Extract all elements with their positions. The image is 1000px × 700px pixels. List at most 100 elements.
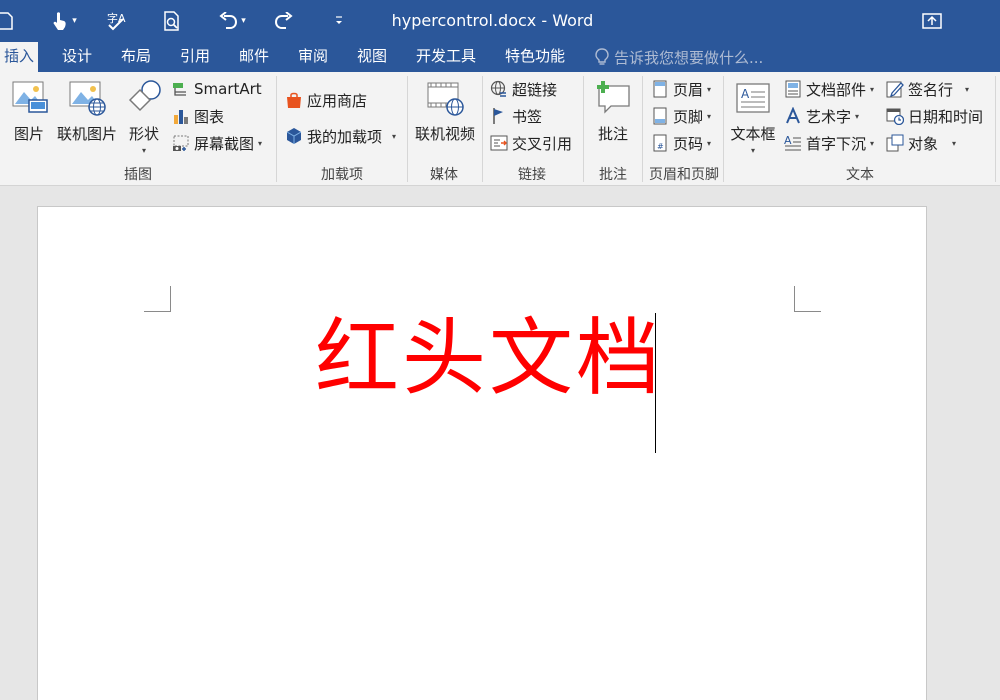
my-addins-button[interactable]: 我的加载项 ▾ bbox=[285, 124, 396, 148]
wordart-icon bbox=[784, 106, 802, 125]
footer-page-icon bbox=[651, 107, 669, 125]
window-title: hypercontrol.docx - Word bbox=[391, 11, 594, 30]
document-heading[interactable]: 红头文档 bbox=[315, 316, 663, 400]
screenshot-button[interactable]: 屏幕截图 ▾ bbox=[172, 131, 262, 155]
ribbon-display-options-button[interactable] bbox=[920, 8, 944, 34]
wordart-button[interactable]: 艺术字 ▾ bbox=[784, 104, 859, 128]
smartart-label: SmartArt bbox=[194, 80, 262, 98]
object-button[interactable]: 对象 ▾ bbox=[886, 131, 956, 155]
bookmark-button[interactable]: 书签 bbox=[490, 104, 542, 128]
lightbulb-icon bbox=[595, 48, 609, 65]
group-label-illustrations: 插图 bbox=[124, 167, 152, 183]
tab-view[interactable]: 视图 bbox=[351, 42, 393, 72]
online-picture-label: 联机图片 bbox=[56, 125, 117, 143]
chevron-down-icon: ▾ bbox=[855, 111, 860, 121]
group-label-text: 文本 bbox=[846, 167, 874, 183]
group-divider bbox=[583, 76, 584, 182]
tab-layout[interactable]: 布局 bbox=[115, 42, 157, 72]
comment-icon bbox=[593, 78, 633, 118]
tab-design[interactable]: 设计 bbox=[56, 42, 98, 72]
header-button[interactable]: 页眉 ▾ bbox=[651, 77, 711, 101]
drop-cap-button[interactable]: A 首字下沉 ▾ bbox=[784, 131, 874, 155]
chevron-down-icon: ▾ bbox=[707, 111, 712, 121]
tab-special-features[interactable]: 特色功能 bbox=[499, 42, 571, 72]
ribbon-display-icon bbox=[922, 13, 942, 29]
group-label-media: 媒体 bbox=[430, 167, 458, 183]
screenshot-icon bbox=[172, 134, 190, 152]
svg-text:A: A bbox=[784, 134, 792, 147]
chevron-down-icon: ▾ bbox=[750, 146, 755, 155]
picture-label: 图片 bbox=[13, 125, 44, 143]
ribbon-insert: 图片 联机图片 形状 ▾ SmartArt 图表 屏幕截图 ▾ 插图 应用商店 … bbox=[0, 72, 1000, 186]
my-addins-cube-icon bbox=[285, 127, 303, 145]
svg-text:#: # bbox=[657, 142, 664, 151]
shapes-label: 形状 bbox=[128, 125, 159, 143]
bookmark-flag-icon bbox=[490, 107, 508, 125]
picture-icon bbox=[9, 78, 49, 118]
shapes-button[interactable]: 形状 ▾ bbox=[122, 76, 166, 155]
group-divider bbox=[995, 76, 996, 182]
cross-reference-label: 交叉引用 bbox=[512, 134, 573, 153]
group-divider bbox=[276, 76, 277, 182]
new-comment-button[interactable]: 批注 bbox=[591, 76, 635, 144]
tab-references[interactable]: 引用 bbox=[174, 42, 216, 72]
smartart-button[interactable]: SmartArt bbox=[172, 77, 262, 101]
signature-line-label: 签名行 bbox=[908, 80, 954, 99]
group-divider bbox=[723, 76, 724, 182]
group-label-links: 链接 bbox=[518, 167, 546, 183]
page-number-icon: # bbox=[651, 134, 669, 152]
textbox-label: 文本框 bbox=[730, 125, 776, 143]
chart-button[interactable]: 图表 bbox=[172, 104, 224, 128]
online-picture-button[interactable]: 联机图片 bbox=[56, 76, 118, 144]
chevron-down-icon: ▾ bbox=[870, 138, 875, 148]
picture-button[interactable]: 图片 bbox=[6, 76, 52, 144]
hyperlink-globe-icon bbox=[490, 80, 508, 98]
group-divider bbox=[407, 76, 408, 182]
store-label: 应用商店 bbox=[307, 91, 368, 110]
quick-parts-icon bbox=[784, 80, 802, 98]
smartart-icon bbox=[172, 80, 190, 98]
wordart-label: 艺术字 bbox=[806, 107, 852, 126]
tell-me-search[interactable]: 告诉我您想要做什么... bbox=[594, 42, 763, 72]
cross-reference-button[interactable]: 交叉引用 bbox=[490, 131, 572, 155]
textbox-icon: A bbox=[733, 78, 773, 118]
object-icon bbox=[886, 134, 904, 152]
page-number-button[interactable]: # 页码 ▾ bbox=[651, 131, 711, 155]
header-page-icon bbox=[651, 80, 669, 98]
tab-mailings[interactable]: 邮件 bbox=[233, 42, 275, 72]
quick-parts-button[interactable]: 文档部件 ▾ bbox=[784, 77, 874, 101]
chevron-down-icon: ▾ bbox=[952, 138, 957, 148]
store-button[interactable]: 应用商店 bbox=[285, 88, 367, 112]
shapes-icon bbox=[124, 78, 164, 118]
quick-parts-label: 文档部件 bbox=[806, 80, 867, 99]
tab-developer[interactable]: 开发工具 bbox=[410, 42, 482, 72]
chevron-down-icon: ▾ bbox=[965, 84, 970, 94]
svg-text:A: A bbox=[741, 87, 750, 101]
online-video-button[interactable]: 联机视频 bbox=[411, 76, 479, 144]
tab-review[interactable]: 审阅 bbox=[292, 42, 334, 72]
footer-button[interactable]: 页脚 ▾ bbox=[651, 104, 711, 128]
chevron-down-icon: ▾ bbox=[141, 146, 146, 155]
margin-corner-top-right bbox=[794, 286, 821, 312]
date-time-label: 日期和时间 bbox=[908, 107, 984, 126]
margin-corner-top-left bbox=[144, 286, 171, 312]
hyperlink-button[interactable]: 超链接 bbox=[490, 77, 557, 101]
bookmark-label: 书签 bbox=[512, 107, 543, 126]
title-bar: ▾ 字A ▾ hypercontrol.docx - Word bbox=[0, 0, 1000, 42]
group-divider bbox=[482, 76, 483, 182]
footer-label: 页脚 bbox=[673, 107, 704, 126]
signature-line-button[interactable]: 签名行 ▾ bbox=[886, 77, 969, 101]
signature-pen-icon bbox=[886, 80, 904, 98]
textbox-button[interactable]: A 文本框 ▾ bbox=[728, 76, 778, 155]
calendar-clock-icon bbox=[886, 107, 905, 126]
document-page[interactable] bbox=[37, 206, 927, 700]
date-time-button[interactable]: 日期和时间 bbox=[886, 104, 983, 128]
page-number-label: 页码 bbox=[673, 134, 704, 153]
online-picture-icon bbox=[67, 78, 107, 118]
tab-insert[interactable]: 插入 bbox=[0, 42, 38, 72]
hyperlink-label: 超链接 bbox=[512, 80, 558, 99]
cross-reference-icon bbox=[490, 134, 508, 152]
tell-me-placeholder: 告诉我您想要做什么... bbox=[614, 48, 764, 67]
header-label: 页眉 bbox=[673, 80, 704, 99]
text-cursor bbox=[655, 313, 656, 453]
